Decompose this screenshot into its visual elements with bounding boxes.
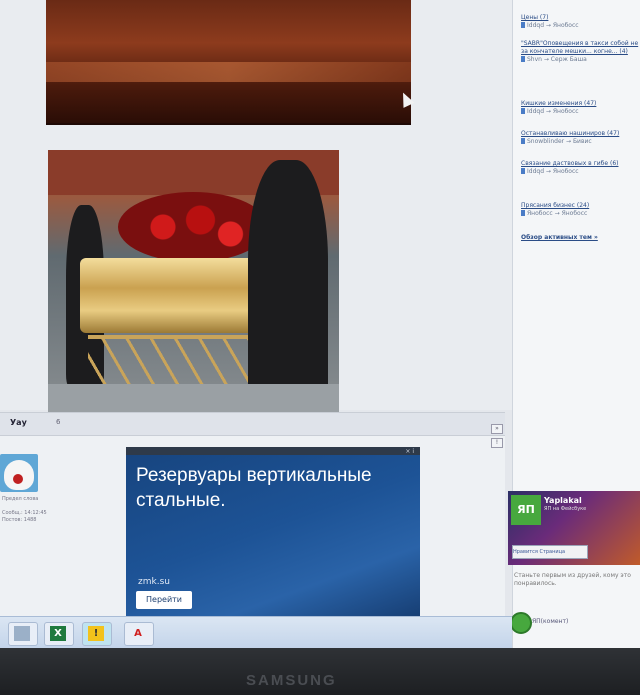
thread-title[interactable]: Кишкие изменения (47) xyxy=(521,100,596,107)
image-detail xyxy=(46,62,411,82)
thread-meta[interactable]: Snowblinder → Бивис xyxy=(527,138,592,145)
taskbar-warning-button[interactable]: ! xyxy=(82,622,112,646)
post-image-funeral[interactable] xyxy=(48,150,339,414)
facebook-widget[interactable]: ЯП Yaplakal ЯП на Фейсбуке Нравится Стра… xyxy=(508,491,640,565)
warning-icon: ! xyxy=(88,626,104,641)
thread-meta[interactable]: Iddqd → Янобосс xyxy=(527,22,579,29)
sidebar-thread[interactable]: Прясания бизнес (24) Янобосс → Янобосс xyxy=(521,202,640,218)
thread-title[interactable]: "SABR"Оповещения в такси собой не за кон… xyxy=(521,40,638,55)
ad-close-icon[interactable]: × i xyxy=(405,448,414,455)
excel-icon: X xyxy=(50,626,66,641)
sidebar-thread[interactable]: Останавливаю нашиниров (47) Snowblinder … xyxy=(521,130,640,146)
taskbar-explorer-button[interactable] xyxy=(8,622,38,646)
user-icon xyxy=(521,56,525,62)
taskbar-excel-button[interactable]: X xyxy=(44,622,74,646)
sidebar-thread[interactable]: Кишкие изменения (47) Iddqd → Янобосс xyxy=(521,100,640,116)
image-figure xyxy=(248,160,328,412)
avatar-caption: Предел слова xyxy=(2,496,39,502)
advertisement-banner[interactable]: × i Резервуары вертикальные стальные. zm… xyxy=(126,447,420,635)
avatar[interactable] xyxy=(0,454,38,492)
thread-meta[interactable]: Iddqd → Янобосс xyxy=(527,108,579,115)
widget-subtitle: ЯП на Фейсбуке xyxy=(544,506,587,512)
thread-meta[interactable]: Shvn → Серж Баша xyxy=(527,56,587,63)
sidebar-thread[interactable]: Связание даствовых в гибе (6) Iddqd → Ян… xyxy=(521,160,640,176)
browser-screen: Уау 6 » ! Предел слова Сообщ.: 14:12:45 … xyxy=(0,0,640,648)
user-icon xyxy=(521,22,525,28)
post-meta-line: Постов: 1488 xyxy=(2,517,37,523)
thread-title[interactable]: Цены (7) xyxy=(521,14,548,21)
comment-label[interactable]: ЯП(комент) xyxy=(532,618,568,625)
monitor-brand-logo: SAMSUNG xyxy=(246,672,337,689)
post-author-bar: Уау 6 » xyxy=(0,412,505,436)
image-flowers xyxy=(118,192,268,262)
sidebar-thread[interactable]: Цены (7) Iddqd → Янобосс xyxy=(521,14,640,30)
post-author-name[interactable]: Уау xyxy=(10,418,27,427)
user-icon xyxy=(521,138,525,144)
ad-top-strip xyxy=(126,447,420,455)
like-page-button[interactable]: Нравится Страница xyxy=(512,545,588,559)
image-ground xyxy=(48,384,339,414)
user-icon xyxy=(521,168,525,174)
widget-caption: Станьте первым из друзей, кому это понра… xyxy=(514,572,631,587)
post-meta-line: Сообщ.: 14:12:45 xyxy=(2,510,47,516)
folder-icon xyxy=(14,626,30,641)
post-image-top[interactable] xyxy=(46,0,411,125)
thread-title[interactable]: Прясания бизнес (24) xyxy=(521,202,589,209)
thread-meta[interactable]: Iddqd → Янобосс xyxy=(527,168,579,175)
post-count: 6 xyxy=(56,418,61,426)
ad-headline[interactable]: Резервуары вертикальные стальные. xyxy=(136,463,416,513)
report-icon[interactable]: ! xyxy=(491,438,503,448)
thread-title[interactable]: Останавливаю нашиниров (47) xyxy=(521,130,619,137)
avatar-mouth xyxy=(13,474,23,484)
all-threads-link[interactable]: Обзор активных тем » xyxy=(521,234,640,242)
all-threads-label[interactable]: Обзор активных тем » xyxy=(521,234,598,241)
sidebar-thread[interactable]: "SABR"Оповещения в такси собой не за кон… xyxy=(521,40,640,64)
post-content-area xyxy=(0,0,512,414)
thread-meta[interactable]: Янобосс → Янобосс xyxy=(527,210,587,217)
user-icon xyxy=(521,108,525,114)
widget-title[interactable]: Yaplakal xyxy=(544,496,582,505)
taskbar: X ! A xyxy=(0,616,512,648)
user-icon xyxy=(521,210,525,216)
taskbar-acrobat-button[interactable]: A xyxy=(124,622,154,646)
acrobat-icon: A xyxy=(134,628,142,639)
ad-go-button[interactable]: Перейти xyxy=(136,591,192,609)
comment-icon[interactable] xyxy=(510,612,532,634)
yaplakal-logo-icon[interactable]: ЯП xyxy=(511,495,541,525)
quote-icon[interactable]: » xyxy=(491,424,503,434)
thread-title[interactable]: Связание даствовых в гибе (6) xyxy=(521,160,618,167)
ad-domain[interactable]: zmk.su xyxy=(138,577,170,587)
